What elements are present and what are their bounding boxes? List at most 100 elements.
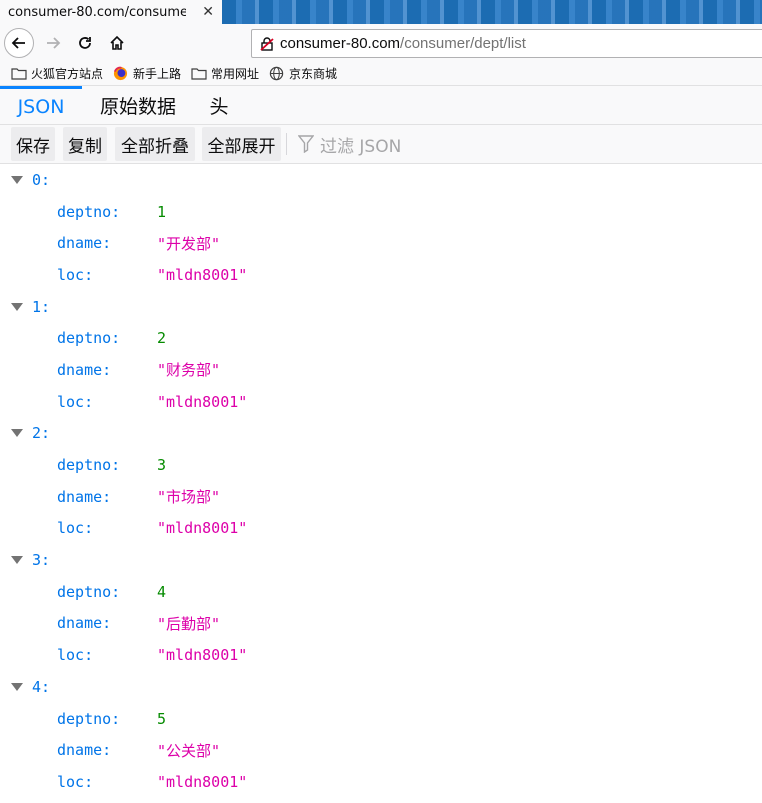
tab-title: consumer-80.com/consumer/dept/list <box>8 4 186 20</box>
array-index: 3: <box>32 551 51 570</box>
expand-triangle-icon[interactable] <box>11 556 23 565</box>
number-value: 4 <box>157 582 167 601</box>
json-tree: 0: deptno: 1 dname: "开发部" loc: "mldn8001" 1… <box>0 164 762 803</box>
forward-arrow-icon <box>47 37 61 49</box>
number-value: 3 <box>157 456 167 475</box>
tab-headers[interactable]: 头 <box>204 86 234 124</box>
property-key: loc: <box>57 519 94 538</box>
bookmark-common-sites[interactable]: 常用网址 <box>190 65 259 82</box>
json-property-row: dname: "财务部" <box>0 354 762 386</box>
expand-triangle-icon[interactable] <box>11 682 23 691</box>
json-array-item-row[interactable]: 3: <box>0 544 762 576</box>
property-key: dname: <box>57 360 112 379</box>
number-value: 5 <box>157 709 167 728</box>
string-value: "公关部" <box>157 741 221 760</box>
save-button[interactable]: 保存 <box>11 127 55 161</box>
bookmark-label: 新手上路 <box>133 67 182 81</box>
firefox-icon <box>112 66 129 81</box>
browser-tab[interactable]: consumer-80.com/consumer/dept/list ✕ <box>0 0 222 24</box>
string-value: "财务部" <box>157 361 221 380</box>
json-array-item-row[interactable]: 0: <box>0 164 762 196</box>
array-index: 2: <box>32 424 51 443</box>
array-index: 1: <box>32 297 51 316</box>
property-key: deptno: <box>57 456 121 475</box>
url-path: /consumer/dept/list <box>400 35 526 52</box>
array-index: 4: <box>32 677 51 696</box>
bookmark-firefox-official[interactable]: 火狐官方站点 <box>10 65 103 82</box>
reload-icon <box>79 37 91 49</box>
tab-raw-data[interactable]: 原始数据 <box>98 86 178 124</box>
filter-icon <box>296 134 316 154</box>
folder-icon <box>190 66 207 81</box>
json-property-row: loc: "mldn8001" <box>0 639 762 671</box>
json-property-row: deptno: 3 <box>0 449 762 481</box>
insecure-lock-icon[interactable] <box>258 35 276 53</box>
close-tab-icon[interactable]: ✕ <box>202 3 214 21</box>
filter-json-input[interactable]: 过滤 JSON <box>296 133 401 157</box>
bookmark-label: 常用网址 <box>211 67 260 81</box>
copy-button[interactable]: 复制 <box>63 127 107 161</box>
collapse-all-button[interactable]: 全部折叠 <box>115 127 195 161</box>
reload-button[interactable] <box>70 28 100 58</box>
json-array-item-row[interactable]: 2: <box>0 418 762 450</box>
string-value: "开发部" <box>157 234 221 253</box>
bookmark-getting-started[interactable]: 新手上路 <box>112 65 181 82</box>
property-key: dname: <box>57 487 112 506</box>
property-key: loc: <box>57 392 94 411</box>
array-index: 0: <box>32 170 51 189</box>
string-value: "mldn8001" <box>157 519 248 538</box>
expand-triangle-icon[interactable] <box>11 302 23 311</box>
string-value: "mldn8001" <box>157 772 248 791</box>
property-key: deptno: <box>57 709 121 728</box>
globe-icon <box>268 66 285 81</box>
property-key: loc: <box>57 265 94 284</box>
number-value: 1 <box>157 202 167 221</box>
json-property-row: loc: "mldn8001" <box>0 513 762 545</box>
json-property-row: dname: "后勤部" <box>0 608 762 640</box>
folder-icon <box>10 66 27 81</box>
property-key: dname: <box>57 614 112 633</box>
url-text: consumer-80.com/consumer/dept/list <box>280 35 526 52</box>
back-button[interactable] <box>4 28 34 58</box>
bookmark-jd-mall[interactable]: 京东商城 <box>268 65 337 82</box>
json-array-item-row[interactable]: 4: <box>0 671 762 703</box>
property-key: loc: <box>57 646 94 665</box>
bookmarks-toolbar: 火狐官方站点 新手上路 常用网址 京东商城 <box>0 62 762 86</box>
back-arrow-icon <box>11 37 25 49</box>
forward-button[interactable] <box>38 28 68 58</box>
property-key: dname: <box>57 234 112 253</box>
tab-json[interactable]: JSON <box>0 86 82 124</box>
json-array-item-row[interactable]: 1: <box>0 291 762 323</box>
tab-strip: consumer-80.com/consumer/dept/list ✕ <box>0 0 762 24</box>
property-key: deptno: <box>57 329 121 348</box>
expand-triangle-icon[interactable] <box>11 175 23 184</box>
property-key: deptno: <box>57 582 121 601</box>
string-value: "市场部" <box>157 488 221 507</box>
string-value: "mldn8001" <box>157 392 248 411</box>
number-value: 2 <box>157 329 167 348</box>
string-value: "后勤部" <box>157 614 221 633</box>
json-property-row: dname: "开发部" <box>0 227 762 259</box>
url-bar[interactable]: consumer-80.com/consumer/dept/list <box>251 29 762 58</box>
string-value: "mldn8001" <box>157 265 248 284</box>
bookmark-label: 京东商城 <box>289 67 338 81</box>
bookmark-label: 火狐官方站点 <box>31 67 104 81</box>
json-property-row: loc: "mldn8001" <box>0 766 762 798</box>
json-property-row: deptno: 1 <box>0 196 762 228</box>
url-host: consumer-80.com <box>280 35 401 52</box>
json-property-row: deptno: 4 <box>0 576 762 608</box>
home-icon <box>110 35 124 50</box>
json-property-row: dname: "市场部" <box>0 481 762 513</box>
expand-triangle-icon[interactable] <box>11 429 23 438</box>
property-key: loc: <box>57 772 94 791</box>
property-key: deptno: <box>57 202 121 221</box>
json-property-row: loc: "mldn8001" <box>0 259 762 291</box>
json-viewer-tabs: JSON 原始数据 头 <box>0 86 762 125</box>
home-button[interactable] <box>102 28 132 58</box>
json-property-row: deptno: 5 <box>0 703 762 735</box>
json-property-row: deptno: 2 <box>0 322 762 354</box>
json-property-row: loc: "mldn8001" <box>0 386 762 418</box>
blurred-background-window <box>222 0 762 24</box>
expand-all-button[interactable]: 全部展开 <box>202 127 281 161</box>
toolbar-divider <box>286 133 287 155</box>
